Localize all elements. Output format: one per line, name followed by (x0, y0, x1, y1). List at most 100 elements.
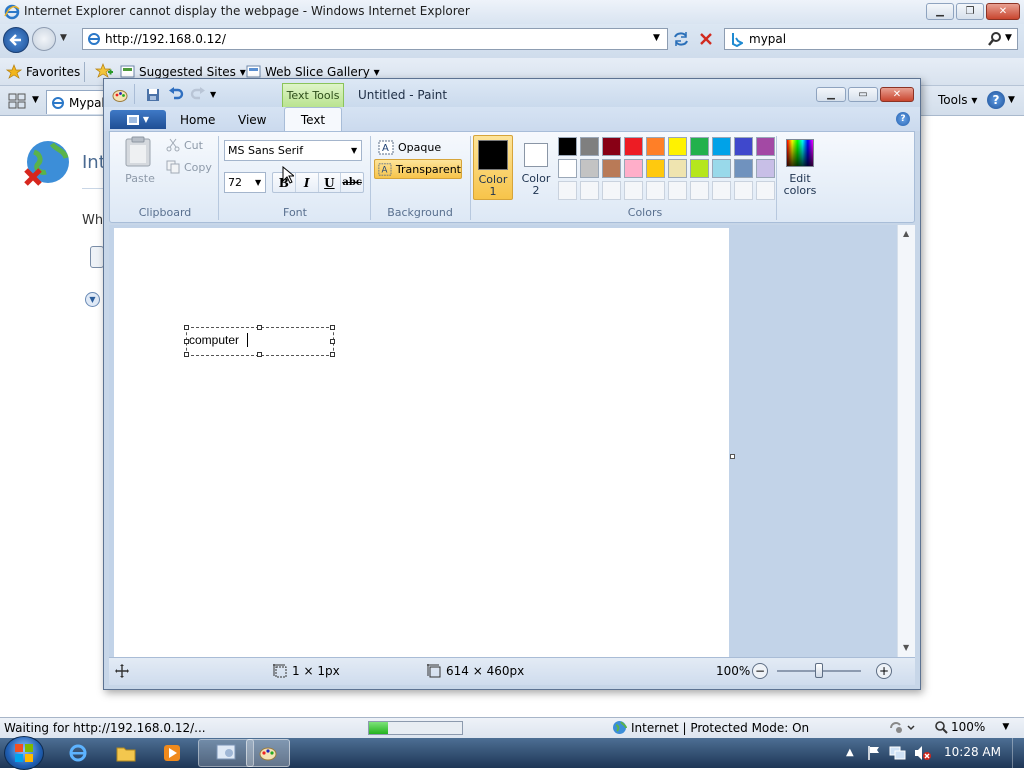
stop-button[interactable] (698, 31, 714, 47)
protected-mode-icon[interactable] (888, 720, 916, 735)
transparent-button[interactable]: A Transparent (374, 159, 462, 179)
color2-selector[interactable]: Color 2 (516, 135, 556, 200)
text-box[interactable]: computer (184, 325, 335, 357)
redo-button[interactable] (190, 87, 206, 101)
help-icon[interactable]: ? (987, 91, 1005, 109)
tools-menu[interactable]: Tools ▾ (938, 93, 977, 107)
palette-swatch[interactable] (580, 159, 599, 178)
minimize-button[interactable]: ▁ (926, 3, 954, 20)
volume-muted-icon[interactable] (914, 745, 932, 761)
palette-swatch[interactable] (580, 137, 599, 156)
help-dropdown[interactable]: ▼ (1008, 95, 1015, 105)
network-icon[interactable] (889, 745, 907, 761)
palette-swatch[interactable] (624, 137, 643, 156)
start-button[interactable] (4, 736, 44, 770)
zoom-dropdown-icon[interactable]: ▼ (1002, 722, 1009, 732)
resize-handle[interactable] (330, 339, 335, 344)
taskbar-ie-button[interactable] (58, 740, 98, 766)
resize-handle[interactable] (257, 325, 262, 330)
edit-colors-button[interactable]: Edit colors (780, 135, 820, 201)
palette-swatch[interactable] (646, 137, 665, 156)
address-dropdown-icon[interactable]: ▼ (653, 33, 660, 43)
resize-handle[interactable] (257, 352, 262, 357)
palette-swatch[interactable] (690, 137, 709, 156)
zoom-out-button[interactable]: − (752, 663, 768, 679)
zoom-slider[interactable] (777, 663, 861, 678)
palette-custom-slot[interactable] (580, 181, 599, 200)
tab-mypal[interactable]: Mypal (46, 90, 106, 114)
tab-home[interactable]: Home (180, 113, 215, 127)
search-options-icon[interactable]: ▼ (1005, 33, 1012, 43)
canvas-resize-handle[interactable] (730, 454, 735, 459)
italic-button[interactable]: I (296, 173, 319, 192)
tab-text[interactable]: Text (284, 107, 342, 132)
palette-swatch[interactable] (646, 159, 665, 178)
cut-button[interactable]: Cut (166, 138, 203, 152)
palette-swatch[interactable] (734, 137, 753, 156)
paint-maximize-button[interactable]: ▭ (848, 87, 878, 102)
palette-custom-slot[interactable] (734, 181, 753, 200)
search-box[interactable]: mypal ▼ (724, 28, 1018, 50)
palette-custom-slot[interactable] (646, 181, 665, 200)
palette-swatch[interactable] (712, 159, 731, 178)
more-info-expand-icon[interactable]: ▼ (85, 292, 100, 307)
palette-swatch[interactable] (668, 159, 687, 178)
font-family-select[interactable]: MS Sans Serif ▼ (224, 140, 362, 161)
palette-swatch[interactable] (668, 137, 687, 156)
paint-minimize-button[interactable]: ▁ (816, 87, 846, 102)
palette-swatch[interactable] (712, 137, 731, 156)
paint-close-button[interactable]: ✕ (880, 87, 914, 102)
zoom-control[interactable]: 100% ▼ (934, 720, 1009, 734)
zoom-in-button[interactable]: + (876, 663, 892, 679)
palette-swatch[interactable] (602, 137, 621, 156)
palette-swatch[interactable] (690, 159, 709, 178)
palette-custom-slot[interactable] (668, 181, 687, 200)
palette-swatch[interactable] (602, 159, 621, 178)
palette-swatch[interactable] (558, 159, 577, 178)
vertical-scrollbar[interactable]: ▲ ▼ (897, 225, 915, 657)
undo-button[interactable] (168, 87, 184, 101)
paste-button[interactable]: Paste (120, 136, 160, 188)
palette-swatch[interactable] (756, 137, 775, 156)
scroll-down-icon[interactable]: ▼ (903, 643, 909, 652)
paint-menu-button[interactable]: ▼ (110, 110, 166, 129)
customize-quick-access-dropdown[interactable]: ▼ (210, 90, 216, 99)
save-button[interactable] (146, 88, 160, 102)
palette-custom-slot[interactable] (602, 181, 621, 200)
action-center-flag-icon[interactable] (866, 745, 882, 761)
color1-selector[interactable]: Color 1 (473, 135, 513, 200)
paint-help-icon[interactable]: ? (896, 112, 910, 126)
quick-tabs-button[interactable] (8, 93, 26, 109)
scroll-up-icon[interactable]: ▲ (903, 229, 909, 238)
tab-view[interactable]: View (238, 113, 266, 127)
tab-list-dropdown[interactable]: ▼ (32, 95, 39, 105)
palette-swatch[interactable] (558, 137, 577, 156)
palette-custom-slot[interactable] (624, 181, 643, 200)
show-hidden-icons-button[interactable]: ▲ (846, 747, 854, 758)
palette-swatch[interactable] (756, 159, 775, 178)
font-size-select[interactable]: 72 ▼ (224, 172, 266, 193)
recent-pages-dropdown[interactable]: ▼ (60, 33, 67, 43)
strikethrough-button[interactable]: abc (341, 173, 363, 192)
add-favorite-button[interactable] (95, 63, 113, 79)
search-icon[interactable] (987, 31, 1003, 47)
taskbar-paint-button[interactable] (246, 739, 290, 767)
back-button[interactable] (3, 27, 29, 53)
taskbar-explorer-button[interactable] (106, 740, 146, 766)
palette-custom-slot[interactable] (558, 181, 577, 200)
resize-handle[interactable] (184, 325, 189, 330)
show-desktop-button[interactable] (1012, 738, 1024, 768)
palette-custom-slot[interactable] (756, 181, 775, 200)
resize-handle[interactable] (184, 339, 189, 344)
opaque-button[interactable]: A Opaque (376, 137, 456, 157)
suggested-sites-link[interactable]: Suggested Sites ▾ (120, 64, 246, 79)
palette-swatch[interactable] (734, 159, 753, 178)
palette-custom-slot[interactable] (712, 181, 731, 200)
forward-button[interactable] (32, 27, 56, 51)
clock[interactable]: 10:28 AM (944, 745, 1001, 759)
resize-handle[interactable] (330, 325, 335, 330)
palette-swatch[interactable] (624, 159, 643, 178)
restore-button[interactable]: ❐ (956, 3, 984, 20)
close-button[interactable]: ✕ (986, 3, 1020, 20)
diagnose-button[interactable] (90, 246, 104, 268)
